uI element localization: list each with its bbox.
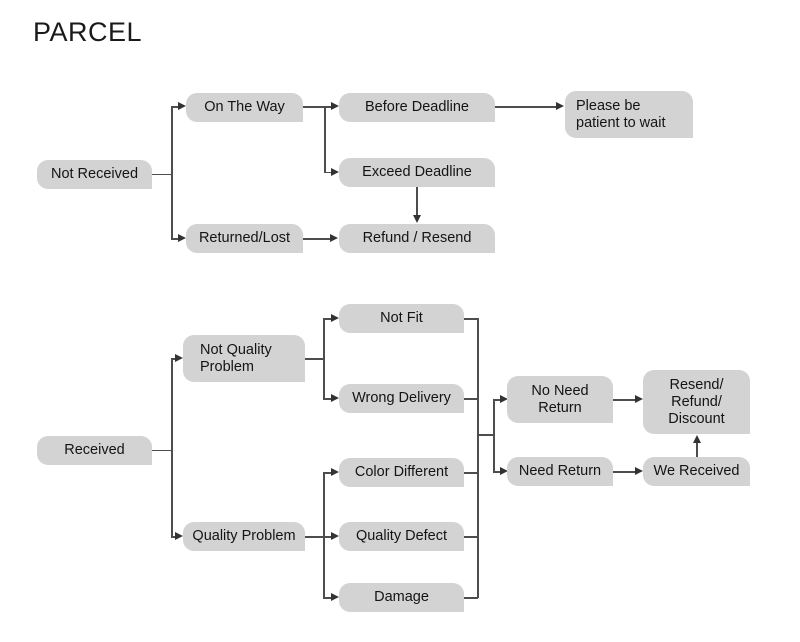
arrow-to-not-fit <box>331 314 339 322</box>
node-need-return[interactable]: Need Return <box>507 457 613 486</box>
edge-bus-received <box>171 358 173 536</box>
edge-not-quality-to-bus <box>305 358 324 360</box>
edge-bus-deadlines <box>324 106 326 172</box>
node-not-quality-problem[interactable]: Not Quality Problem <box>183 335 305 382</box>
edge-merge-to-decision <box>477 434 494 436</box>
arrow-to-please-wait <box>556 102 564 110</box>
edge-bus-not-received <box>171 106 173 238</box>
node-quality-problem[interactable]: Quality Problem <box>183 522 305 551</box>
node-damage[interactable]: Damage <box>339 583 464 612</box>
arrow-to-exceed-deadline <box>331 167 339 176</box>
arrow-to-refund-resend <box>330 234 338 242</box>
edge-no-need-return-to-resolution <box>613 399 636 401</box>
arrow-to-damage <box>331 593 339 601</box>
edge-bus-quality-issues <box>323 472 325 598</box>
arrow-to-before-deadline <box>331 102 339 110</box>
edge-not-received-to-bus <box>152 173 172 176</box>
edge-on-the-way-to-bus <box>303 106 325 108</box>
edge-before-deadline-to-please-wait <box>495 106 557 108</box>
edge-not-fit-to-merge <box>464 318 478 320</box>
node-please-be-patient[interactable]: Please be patient to wait <box>565 91 693 138</box>
node-no-need-return[interactable]: No Need Return <box>507 376 613 423</box>
arrow-to-not-quality-problem <box>175 354 183 362</box>
edge-color-different-to-merge <box>464 472 478 474</box>
node-color-different[interactable]: Color Different <box>339 458 464 487</box>
edge-returned-lost-to-refund <box>303 238 331 240</box>
flowchart-canvas: PARCEL Not Received On The Way Returned/… <box>0 0 800 642</box>
arrow-to-color-different <box>331 468 339 476</box>
page-title: PARCEL <box>33 17 143 47</box>
arrow-to-returned-lost <box>178 234 186 242</box>
edge-damage-to-merge <box>464 597 478 599</box>
node-before-deadline[interactable]: Before Deadline <box>339 93 495 122</box>
node-returned-lost[interactable]: Returned/Lost <box>186 224 303 253</box>
edge-decision-split <box>493 399 495 471</box>
node-exceed-deadline[interactable]: Exceed Deadline <box>339 158 495 187</box>
arrow-to-resend-refund-discount <box>635 395 643 403</box>
arrow-to-quality-problem <box>175 532 183 540</box>
edge-received-to-bus <box>152 449 172 452</box>
node-we-received[interactable]: We Received <box>643 457 750 486</box>
arrow-to-on-the-way <box>178 102 186 110</box>
node-quality-defect[interactable]: Quality Defect <box>339 522 464 551</box>
arrow-to-quality-defect <box>331 532 339 540</box>
node-received[interactable]: Received <box>37 436 152 465</box>
arrow-to-resolution-up <box>692 435 701 443</box>
arrow-to-refund-resend-down <box>412 215 421 223</box>
node-wrong-delivery[interactable]: Wrong Delivery <box>339 384 464 413</box>
edge-quality-defect-to-merge <box>464 536 478 538</box>
edge-wrong-delivery-to-merge <box>464 398 478 400</box>
node-not-fit[interactable]: Not Fit <box>339 304 464 333</box>
node-on-the-way[interactable]: On The Way <box>186 93 303 122</box>
edge-we-received-to-resolution <box>696 442 698 457</box>
edge-need-return-to-we-received <box>613 471 636 473</box>
edge-quality-problem-to-bus <box>305 536 324 538</box>
edge-bus-not-quality-issues <box>323 318 325 398</box>
arrow-to-wrong-delivery <box>331 394 339 402</box>
node-not-received[interactable]: Not Received <box>37 160 152 189</box>
node-refund-resend[interactable]: Refund / Resend <box>339 224 495 253</box>
edge-merge-bus <box>477 318 479 598</box>
arrow-to-we-received <box>635 467 643 475</box>
node-resend-refund-discount[interactable]: Resend/ Refund/ Discount <box>643 370 750 434</box>
edge-exceed-deadline-to-refund <box>416 187 418 216</box>
